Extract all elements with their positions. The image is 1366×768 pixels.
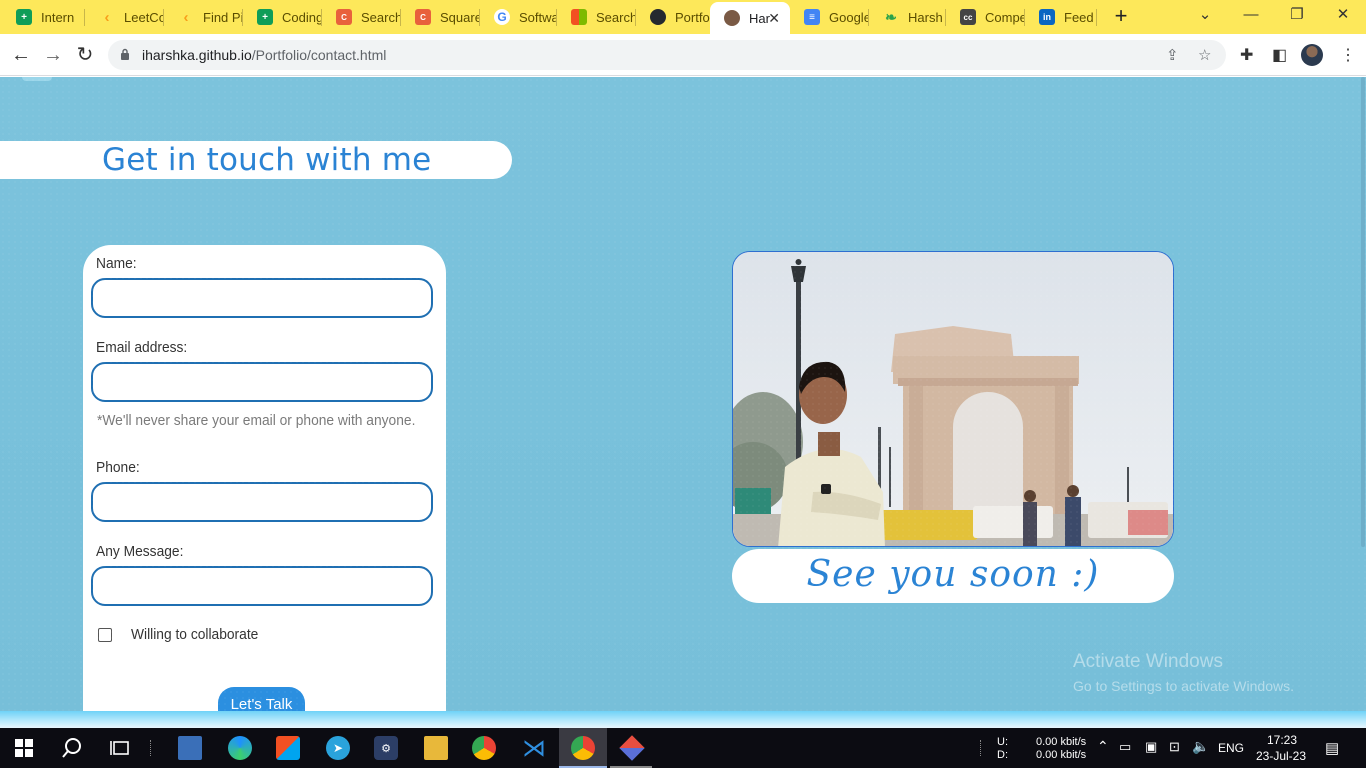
github-icon bbox=[650, 9, 666, 25]
browser-tab[interactable]: ❧ Harsh bbox=[869, 3, 945, 31]
browser-tab[interactable]: + Coding bbox=[243, 3, 321, 31]
leetcode-icon: ‹ bbox=[183, 8, 189, 26]
windows-start-icon[interactable] bbox=[12, 736, 36, 760]
reload-button[interactable]: ↻ bbox=[72, 43, 98, 69]
browser-tab[interactable]: ≡ Google bbox=[790, 3, 868, 31]
india-gate-photo-image bbox=[733, 252, 1173, 546]
page-scrollbar[interactable] bbox=[1360, 77, 1366, 711]
google-sheets-icon: + bbox=[257, 9, 273, 25]
notification-center-icon[interactable]: ▤ bbox=[1325, 739, 1339, 757]
lock-icon[interactable] bbox=[120, 48, 130, 60]
google-icon: G bbox=[494, 9, 510, 25]
browser-tab[interactable]: + Intern bbox=[2, 3, 84, 31]
profile-favicon-icon bbox=[724, 10, 740, 26]
clock-time[interactable]: 17:23 bbox=[1267, 733, 1297, 747]
browser-toolbar: ← → ↻ iharshka.github.io/Portfolio/conta… bbox=[0, 34, 1366, 76]
address-bar[interactable]: iharshka.github.io/Portfolio/contact.htm… bbox=[108, 40, 1226, 70]
extensions-puzzle-icon[interactable]: ✚ bbox=[1240, 45, 1253, 65]
git-icon[interactable] bbox=[619, 735, 645, 761]
collaborate-checkbox[interactable] bbox=[98, 628, 112, 642]
telegram-icon[interactable]: ➤ bbox=[326, 736, 350, 760]
leetcode-icon: ‹ bbox=[104, 8, 110, 26]
close-tab-icon[interactable]: ✕ bbox=[768, 10, 780, 27]
file-explorer-icon[interactable] bbox=[424, 736, 448, 760]
minimize-button[interactable]: — bbox=[1228, 4, 1274, 26]
network-icon[interactable]: ▣ bbox=[1145, 739, 1157, 755]
browser-tab[interactable]: cc Compe bbox=[946, 3, 1024, 31]
email-input[interactable] bbox=[91, 362, 433, 402]
browser-tab[interactable]: Portfoli bbox=[636, 3, 710, 31]
microsoft-store-icon[interactable] bbox=[276, 736, 300, 760]
control-panel-icon[interactable]: ⚙ bbox=[374, 736, 398, 760]
google-docs-icon: ≡ bbox=[804, 9, 820, 25]
activate-windows-watermark: Activate Windows Go to Settings to activ… bbox=[1073, 651, 1294, 694]
browser-tab[interactable]: C Search bbox=[322, 3, 400, 31]
edge-icon[interactable] bbox=[228, 736, 252, 760]
google-sheets-icon: + bbox=[16, 9, 32, 25]
windows-taskbar: ➤ ⚙ ⋊ U: D: 0.00 kbit/s 0.00 kbit/s ⌃ ▭ … bbox=[0, 728, 1366, 768]
profile-avatar[interactable] bbox=[1301, 44, 1323, 66]
phone-label: Phone: bbox=[96, 459, 140, 476]
contact-page: Get in touch with me Name: Email address… bbox=[0, 77, 1366, 711]
sign-off-banner: See you soon :) bbox=[732, 549, 1174, 603]
chrome-profile-icon[interactable] bbox=[571, 736, 595, 760]
vscode-icon[interactable]: ⋊ bbox=[522, 735, 546, 762]
url-text[interactable]: iharshka.github.io/Portfolio/contact.htm… bbox=[142, 47, 386, 63]
close-window-button[interactable]: ✕ bbox=[1320, 4, 1366, 26]
codechef-cc-icon: cc bbox=[960, 9, 976, 25]
linkedin-icon: in bbox=[1039, 9, 1055, 25]
browser-tab[interactable]: Search bbox=[557, 3, 635, 31]
meet-now-icon[interactable]: ⊡ bbox=[1169, 739, 1180, 755]
new-tab-button[interactable]: + bbox=[1108, 4, 1134, 30]
phone-input[interactable] bbox=[91, 482, 433, 522]
battery-icon[interactable]: ▭ bbox=[1119, 739, 1131, 755]
codechef-icon: C bbox=[415, 9, 431, 25]
codechef-icon: C bbox=[336, 9, 352, 25]
search-icon[interactable] bbox=[60, 736, 84, 760]
side-panel-icon[interactable]: ◧ bbox=[1272, 45, 1287, 65]
browser-tab[interactable]: ‹ Find Pi bbox=[164, 3, 243, 31]
chrome-icon[interactable] bbox=[472, 736, 496, 760]
browser-tab-active[interactable]: Har ✕ bbox=[710, 2, 790, 34]
net-down-label: D: bbox=[997, 749, 1008, 761]
share-icon[interactable]: ⇪ bbox=[1166, 46, 1179, 64]
browser-tab-strip: + Intern ‹ LeetCo ‹ Find Pi + Coding C S… bbox=[0, 0, 1366, 34]
tab-search-chevron-icon[interactable]: ⌄ bbox=[1182, 4, 1228, 26]
message-label: Any Message: bbox=[96, 543, 184, 560]
lets-talk-button[interactable]: Let's Talk bbox=[218, 687, 305, 711]
email-label: Email address: bbox=[96, 339, 188, 356]
name-input[interactable] bbox=[91, 278, 433, 318]
browser-menu-icon[interactable]: ⋮ bbox=[1340, 45, 1356, 65]
collaborate-label[interactable]: Willing to collaborate bbox=[131, 626, 258, 643]
browser-tab[interactable]: in Feed | bbox=[1025, 3, 1095, 31]
forward-button[interactable]: → bbox=[40, 43, 66, 69]
net-upload-speed: 0.00 kbit/s bbox=[1036, 736, 1087, 748]
microsoft-icon bbox=[571, 9, 587, 25]
profile-photo bbox=[732, 251, 1174, 547]
language-indicator[interactable]: ENG bbox=[1218, 741, 1244, 755]
heading-banner: Get in touch with me bbox=[0, 141, 512, 179]
message-input[interactable] bbox=[91, 566, 433, 606]
nav-toggle-tab[interactable] bbox=[22, 77, 52, 81]
chevron-up-icon[interactable]: ⌃ bbox=[1097, 738, 1109, 755]
back-button[interactable]: ← bbox=[8, 43, 34, 69]
name-label: Name: bbox=[96, 255, 137, 272]
page-footer-strip bbox=[0, 711, 1366, 728]
task-view-icon[interactable] bbox=[108, 736, 132, 760]
contact-form: Name: Email address: *We'll never share … bbox=[83, 245, 446, 711]
browser-tab[interactable]: ‹ LeetCo bbox=[85, 3, 164, 31]
browser-tab[interactable]: G Softwa bbox=[480, 3, 556, 31]
calculator-icon[interactable] bbox=[178, 736, 202, 760]
page-title: Get in touch with me bbox=[102, 142, 432, 178]
clock-date[interactable]: 23-Jul-23 bbox=[1256, 749, 1306, 763]
restore-button[interactable]: ❐ bbox=[1274, 4, 1320, 26]
net-up-label: U: bbox=[997, 736, 1008, 748]
shopify-leaf-icon: ❧ bbox=[885, 8, 897, 25]
net-download-speed: 0.00 kbit/s bbox=[1036, 749, 1087, 761]
volume-icon[interactable]: 🔈 bbox=[1192, 738, 1209, 755]
bookmark-star-icon[interactable]: ☆ bbox=[1198, 46, 1211, 64]
browser-tab[interactable]: C Square bbox=[401, 3, 479, 31]
sign-off-text: See you soon :) bbox=[806, 554, 1100, 595]
privacy-note: *We'll never share your email or phone w… bbox=[97, 412, 416, 429]
